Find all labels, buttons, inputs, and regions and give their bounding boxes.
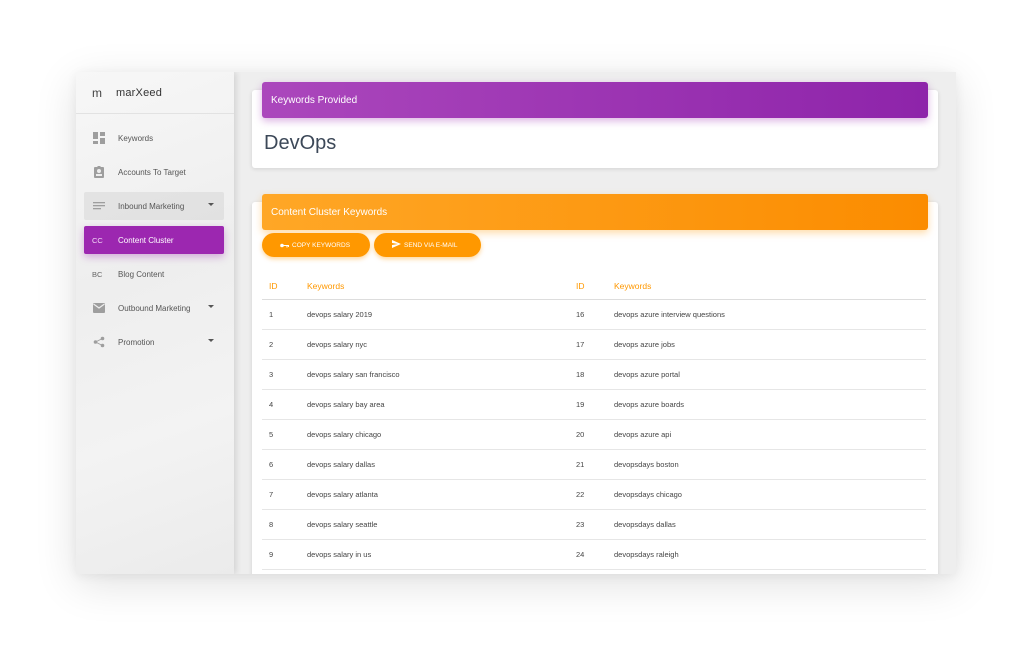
sidebar-item-label: Accounts To Target bbox=[118, 167, 186, 177]
table-row: 3 devops salary san francisco 18 devops … bbox=[262, 359, 926, 390]
sidebar-nav: Keywords Accounts To Target Inbound Mark… bbox=[76, 114, 234, 356]
table-row: 4 devops salary bay area 19 devops azure… bbox=[262, 389, 926, 420]
sidebar-item-keywords[interactable]: Keywords bbox=[84, 124, 224, 152]
table-row: 6 devops salary dallas 21 devopsdays bos… bbox=[262, 449, 926, 480]
action-buttons: COPY KEYWORDS SEND VIA E-MAIL bbox=[262, 233, 481, 257]
chevron-down-icon bbox=[208, 305, 214, 308]
card-title: Keywords Provided bbox=[271, 94, 358, 106]
chevron-down-icon bbox=[208, 203, 214, 206]
sidebar-item-accounts-to-target[interactable]: Accounts To Target bbox=[84, 158, 224, 186]
cell-id: 7 bbox=[262, 479, 307, 510]
sidebar-item-abbr: CC bbox=[92, 235, 103, 245]
cell-id: 16 bbox=[569, 299, 614, 330]
cell-id: 2 bbox=[262, 329, 307, 360]
cell-id: 23 bbox=[569, 509, 614, 540]
brand[interactable]: m marXeed bbox=[76, 72, 234, 114]
cell-id: 18 bbox=[569, 359, 614, 390]
table-row: 9 devops salary in us 24 devopsdays rale… bbox=[262, 539, 926, 570]
cell-keyword: devopsdays boston bbox=[614, 449, 926, 480]
sidebar: m marXeed Keywords Accounts To Target In… bbox=[76, 72, 234, 574]
share-icon bbox=[92, 335, 106, 349]
cell-id: 20 bbox=[569, 419, 614, 450]
cell-keyword: devops azure jobs bbox=[614, 329, 926, 360]
cell-keyword: devops salary san francisco bbox=[307, 359, 569, 390]
cell-id: 1 bbox=[262, 299, 307, 330]
sidebar-item-label: Promotion bbox=[118, 337, 155, 347]
sidebar-item-inbound-marketing[interactable]: Inbound Marketing bbox=[84, 192, 224, 220]
topic-title: DevOps bbox=[264, 132, 337, 154]
cell-id: 22 bbox=[569, 479, 614, 510]
sidebar-item-label: Inbound Marketing bbox=[118, 201, 185, 211]
table-row: 7 devops salary atlanta 22 devopsdays ch… bbox=[262, 479, 926, 510]
table-row: 1 devops salary 2019 16 devops azure int… bbox=[262, 299, 926, 330]
cell-keyword: devops salary seattle bbox=[307, 509, 569, 540]
cell-keyword: devops salary dallas bbox=[307, 449, 569, 480]
cell-keyword: devops salary chicago bbox=[307, 419, 569, 450]
brand-name: marXeed bbox=[116, 86, 163, 99]
cell-keyword: devopsdays chicago bbox=[614, 479, 926, 510]
app-window: m marXeed Keywords Accounts To Target In… bbox=[76, 72, 956, 574]
sidebar-item-label: Outbound Marketing bbox=[118, 303, 191, 313]
sidebar-item-content-cluster[interactable]: CC Content Cluster bbox=[84, 226, 224, 254]
table-row: 2 devops salary nyc 17 devops azure jobs bbox=[262, 329, 926, 360]
send-via-email-label: SEND VIA E-MAIL bbox=[404, 241, 458, 249]
cell-keyword: devopsdays dallas bbox=[614, 509, 926, 540]
mail-icon bbox=[92, 301, 106, 315]
column-header-keywords: Keywords bbox=[307, 274, 569, 300]
cell-keyword: devops salary nyc bbox=[307, 329, 569, 360]
table-body: 1 devops salary 2019 16 devops azure int… bbox=[262, 299, 926, 570]
dashboard-icon bbox=[92, 131, 106, 145]
copy-keywords-label: COPY KEYWORDS bbox=[292, 241, 351, 249]
cell-keyword: devops azure portal bbox=[614, 359, 926, 390]
send-icon bbox=[392, 240, 401, 250]
cell-id: 8 bbox=[262, 509, 307, 540]
send-via-email-button[interactable]: SEND VIA E-MAIL bbox=[374, 233, 481, 257]
cell-id: 3 bbox=[262, 359, 307, 390]
table-row: 5 devops salary chicago 20 devops azure … bbox=[262, 419, 926, 450]
cell-id: 4 bbox=[262, 389, 307, 420]
sidebar-item-blog-content[interactable]: BC Blog Content bbox=[84, 260, 224, 288]
cell-keyword: devops azure interview questions bbox=[614, 299, 926, 330]
keywords-provided-header: Keywords Provided bbox=[262, 82, 928, 118]
cell-keyword: devops azure api bbox=[614, 419, 926, 450]
brand-mini-logo: m bbox=[92, 85, 102, 100]
assignment-ind-icon bbox=[92, 165, 106, 179]
main-content: Keywords Provided DevOps Content Cluster… bbox=[234, 72, 956, 574]
column-header-keywords: Keywords bbox=[614, 274, 926, 300]
content-cluster-header: Content Cluster Keywords bbox=[262, 194, 928, 230]
column-header-id: ID bbox=[262, 274, 307, 300]
keywords-table: ID Keywords ID Keywords 1 devops salary … bbox=[262, 274, 926, 570]
sidebar-item-label: Keywords bbox=[118, 133, 154, 143]
cell-keyword: devops azure boards bbox=[614, 389, 926, 420]
content-cluster-card: Content Cluster Keywords COPY KEYWORDS S… bbox=[252, 194, 938, 574]
cell-id: 5 bbox=[262, 419, 307, 450]
cell-keyword: devops salary bay area bbox=[307, 389, 569, 420]
cell-id: 24 bbox=[569, 539, 614, 570]
sidebar-item-label: Content Cluster bbox=[118, 235, 174, 245]
card-title: Content Cluster Keywords bbox=[271, 206, 388, 218]
cell-id: 17 bbox=[569, 329, 614, 360]
cell-id: 6 bbox=[262, 449, 307, 480]
keywords-provided-card: Keywords Provided DevOps bbox=[252, 82, 938, 168]
chevron-down-icon bbox=[208, 339, 214, 342]
table-header-row: ID Keywords ID Keywords bbox=[262, 274, 926, 300]
sidebar-item-promotion[interactable]: Promotion bbox=[84, 328, 224, 356]
cell-keyword: devopsdays raleigh bbox=[614, 539, 926, 570]
table-row: 8 devops salary seattle 23 devopsdays da… bbox=[262, 509, 926, 540]
cell-id: 19 bbox=[569, 389, 614, 420]
copy-keywords-button[interactable]: COPY KEYWORDS bbox=[262, 233, 370, 257]
notes-icon bbox=[92, 199, 106, 213]
sidebar-item-outbound-marketing[interactable]: Outbound Marketing bbox=[84, 294, 224, 322]
cell-id: 21 bbox=[569, 449, 614, 480]
cell-keyword: devops salary 2019 bbox=[307, 299, 569, 330]
sidebar-item-label: Blog Content bbox=[118, 269, 165, 279]
cell-keyword: devops salary atlanta bbox=[307, 479, 569, 510]
sidebar-item-abbr: BC bbox=[92, 269, 103, 279]
column-header-id: ID bbox=[569, 274, 614, 300]
key-icon bbox=[280, 241, 289, 250]
cell-id: 9 bbox=[262, 539, 307, 570]
cell-keyword: devops salary in us bbox=[307, 539, 569, 570]
